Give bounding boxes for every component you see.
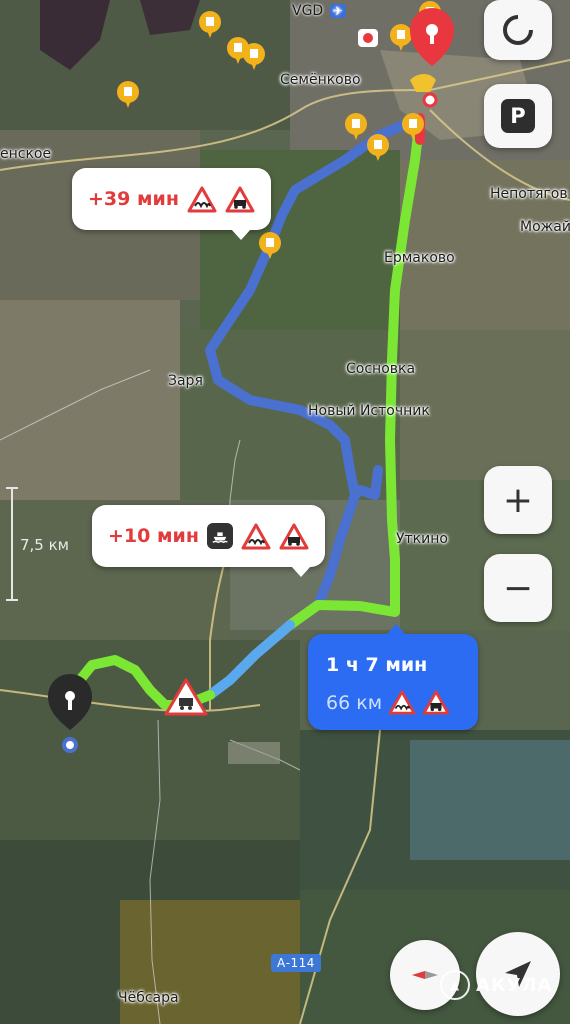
zoom-in-button[interactable]: +	[484, 466, 552, 534]
road-works-warning-icon	[279, 523, 309, 549]
bumpy-road-warning-icon	[187, 186, 217, 212]
layers-button[interactable]	[484, 0, 552, 60]
compass-icon	[412, 971, 438, 979]
scale-label: 7,5 км	[20, 536, 69, 554]
place-label-semenkovo: Семёнково	[280, 72, 361, 88]
bumpy-road-warning-icon	[388, 690, 416, 715]
alt-route-bubble-1[interactable]: +39 мин	[72, 168, 271, 240]
ferry-icon	[206, 523, 233, 549]
place-label-enskoe: енское	[0, 146, 52, 162]
parking-icon: P	[501, 99, 535, 133]
place-label-utkino: Уткино	[396, 531, 448, 547]
selected-route-card[interactable]: 1 ч 7 мин 66 км	[308, 624, 478, 730]
place-label-chebsara: Чёбсара	[118, 990, 179, 1006]
route-distance: 66 км	[326, 691, 383, 714]
minus-icon: −	[502, 567, 534, 609]
road-number-badge: А-114	[271, 954, 321, 972]
road-works-warning-icon	[225, 186, 255, 212]
alt-route-delay: +10 мин	[108, 525, 199, 547]
plus-icon: +	[502, 479, 534, 521]
place-label-nepotyagovo: Непотягов	[490, 186, 568, 202]
layers-icon	[503, 14, 534, 45]
airplane-icon: ✈	[329, 4, 346, 18]
place-label-zarya: Заря	[168, 373, 203, 389]
zoom-out-button[interactable]: −	[484, 554, 552, 622]
alt-route-delay: +39 мин	[88, 188, 179, 210]
watermark: ▲ АКУЛА	[440, 970, 552, 1000]
alt-route-bubble-2[interactable]: +10 мин	[92, 505, 325, 577]
place-label-sosnovka: Сосновка	[346, 361, 416, 377]
road-works-warning-icon	[422, 690, 450, 715]
route-duration: 1 ч 7 мин	[326, 654, 428, 676]
parking-button[interactable]: P	[484, 84, 552, 148]
bumpy-road-warning-icon	[241, 523, 271, 549]
airport-label: VGD ✈	[292, 3, 346, 19]
shark-logo-icon: ▲	[440, 970, 470, 1000]
route-distance-row: 66 км	[326, 690, 450, 715]
place-label-mozhay: Можай	[520, 219, 570, 235]
place-label-ermakovo: Ермаково	[384, 250, 455, 266]
place-label-novy-istochnik: Новый Источник	[308, 403, 430, 419]
